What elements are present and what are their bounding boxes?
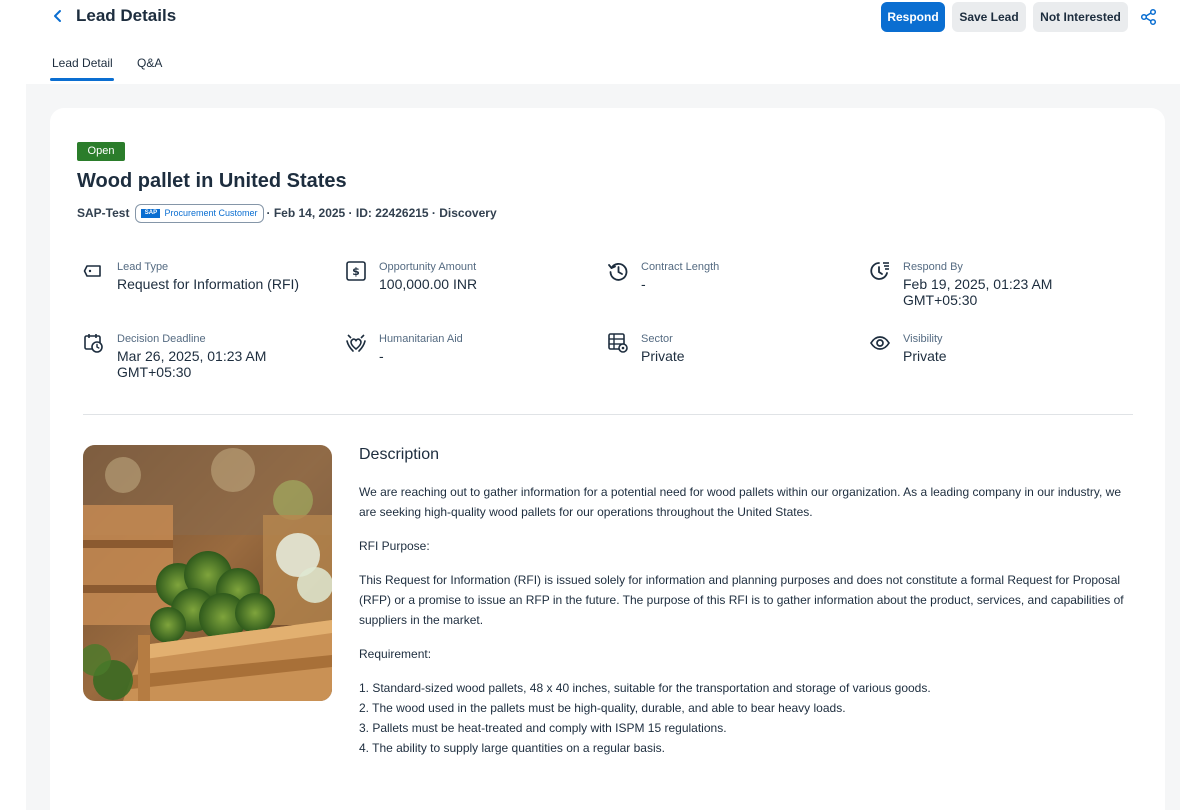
description-intro: We are reaching out to gather informatio…: [359, 485, 1121, 519]
field-label: Lead Type: [117, 261, 169, 273]
not-interested-button[interactable]: Not Interested: [1033, 2, 1128, 32]
field-value: Private: [903, 348, 947, 364]
history-icon: [607, 260, 629, 282]
eye-icon: [869, 332, 891, 354]
field-value: Request for Information (RFI): [117, 276, 300, 292]
field-value: -: [641, 276, 646, 292]
respond-by-icon: [869, 260, 891, 282]
sap-logo-icon: SAP: [141, 208, 161, 218]
tag-icon: [83, 260, 105, 282]
list-item: 1. Standard-sized wood pallets, 48 x 40 …: [359, 681, 931, 695]
requirement-list: 1. Standard-sized wood pallets, 48 x 40 …: [359, 678, 1139, 758]
field-label: Respond By: [903, 261, 963, 273]
field-label: Visibility: [903, 333, 943, 345]
field-value: Mar 26, 2025, 01:23 AM GMT+05:30: [117, 348, 267, 380]
humanitarian-icon: [345, 332, 367, 354]
buyer-name[interactable]: SAP-Test: [77, 203, 129, 223]
page-header: Lead Details Respond Save Lead Not Inter…: [0, 0, 1180, 34]
lead-image: [83, 445, 332, 701]
tab-selected-indicator: [50, 78, 114, 81]
svg-text:$: $: [352, 265, 360, 278]
tab-lead-detail[interactable]: Lead Detail: [52, 55, 113, 71]
money-icon: $: [345, 260, 367, 282]
back-chevron-icon[interactable]: [50, 6, 66, 26]
field-label: Sector: [641, 333, 673, 345]
rfi-purpose-heading: RFI Purpose:: [359, 539, 430, 553]
procurement-customer-label: Procurement Customer: [164, 208, 258, 218]
field-label: Opportunity Amount: [379, 261, 477, 273]
field-value: Private: [641, 348, 685, 364]
calendar-deadline-icon: [83, 332, 105, 354]
field-label: Humanitarian Aid: [379, 333, 463, 345]
description-body: We are reaching out to gather informatio…: [359, 482, 1139, 758]
lead-meta-details: · Feb 14, 2025 · ID: 22426215 · Discover…: [266, 206, 497, 220]
requirement-heading: Requirement:: [359, 647, 432, 661]
field-value: 100,000.00 INR: [379, 276, 478, 292]
share-icon[interactable]: [1139, 7, 1159, 27]
section-divider: [83, 414, 1133, 415]
page-title: Lead Details: [76, 6, 177, 25]
respond-button[interactable]: Respond: [881, 2, 945, 32]
list-item: 4. The ability to supply large quantitie…: [359, 741, 665, 755]
field-label: Decision Deadline: [117, 333, 206, 345]
field-value: Feb 19, 2025, 01:23 AM GMT+05:30: [903, 276, 1053, 308]
status-badge: Open: [77, 142, 125, 161]
procurement-customer-badge: SAP Procurement Customer: [135, 203, 264, 223]
description-heading: Description: [359, 446, 440, 463]
lead-meta: SAP-Test SAP Procurement Customer · Feb …: [77, 203, 497, 223]
tab-qa[interactable]: Q&A: [137, 55, 162, 71]
lead-title: Wood pallet in United States: [77, 170, 347, 192]
list-item: 3. Pallets must be heat-treated and comp…: [359, 721, 727, 735]
field-label: Contract Length: [641, 261, 720, 273]
list-item: 2. The wood used in the pallets must be …: [359, 701, 846, 715]
field-value: -: [379, 348, 384, 364]
save-lead-button[interactable]: Save Lead: [952, 2, 1026, 32]
rfi-purpose-text: This Request for Information (RFI) is is…: [359, 573, 1124, 627]
sector-icon: [607, 332, 629, 354]
tab-bar: Lead Detail Q&A: [0, 50, 1180, 82]
